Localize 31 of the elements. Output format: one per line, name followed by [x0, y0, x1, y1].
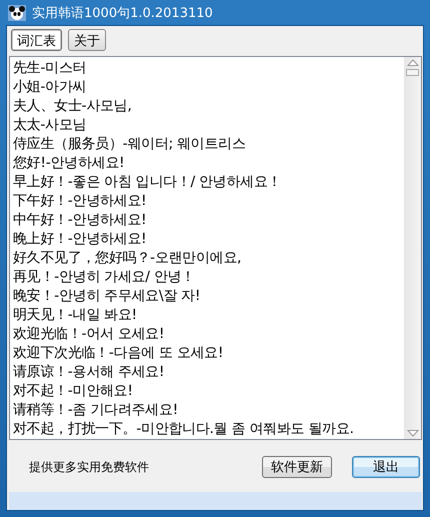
- phrase-line: 太太-사모님: [13, 116, 88, 135]
- phrase-line: 夫人、女士-사모님,: [13, 97, 133, 116]
- phrase-line: 再见！-안녕히 가세요/ 안녕！: [13, 268, 196, 287]
- scroll-up-icon[interactable]: [406, 59, 418, 66]
- scrollbar[interactable]: [404, 57, 421, 439]
- phrase-line: 对不起！-미안해요!: [13, 382, 134, 401]
- scroll-thumb[interactable]: [406, 69, 419, 76]
- phrase-line: 欢迎光临！-어서 오세요!: [13, 325, 166, 344]
- phrase-line: 好久不见了，您好吗？-오랜만이에요,: [13, 249, 242, 268]
- footer-text: 提供更多实用免费软件: [29, 458, 150, 476]
- scroll-down-icon[interactable]: [406, 430, 418, 437]
- update-button[interactable]: 软件更新: [262, 456, 332, 478]
- phrase-line: 先生-미스터: [13, 59, 88, 78]
- phrase-line: 下午好！-안녕하세요!: [13, 192, 148, 211]
- phrase-line: 对不起，打扰一下。-미안합니다.뭘 좀 여쭤봐도 될까요.: [13, 420, 355, 439]
- tab[interactable]: 关于: [68, 29, 106, 51]
- tab[interactable]: 词汇表: [11, 29, 62, 51]
- phrase-line: 欢迎下次光临！-다음에 또 오세요!: [13, 344, 224, 363]
- phrase-line: 晚安！-안녕히 주무세요\잘 자!: [13, 287, 202, 306]
- window-title: 实用韩语1000句1.0.2013110: [32, 4, 213, 22]
- phrase-line: 明天见！-내일 봐요!: [13, 306, 138, 325]
- phrase-line: 早上好！-좋은 아침 입니다！/ 안녕하세요！: [13, 173, 282, 192]
- phrase-line: 晚上好！-안녕하세요!: [13, 230, 148, 249]
- phrase-line: 请稍等！-좀 기다려주세요!: [13, 401, 179, 420]
- phrase-line: 侍应生（服务员）-웨이터; 웨이트리스: [13, 135, 247, 154]
- phrase-line: 中午好！-안녕하세요!: [13, 211, 148, 230]
- panda-icon: [8, 4, 26, 20]
- exit-button[interactable]: 退出: [352, 456, 420, 478]
- phrase-line: 小姐-아가씨: [13, 78, 88, 97]
- phrase-line: 请原谅！-용서해 주세요!: [13, 363, 166, 382]
- phrase-line: 您好!-안녕하세요!: [13, 154, 126, 173]
